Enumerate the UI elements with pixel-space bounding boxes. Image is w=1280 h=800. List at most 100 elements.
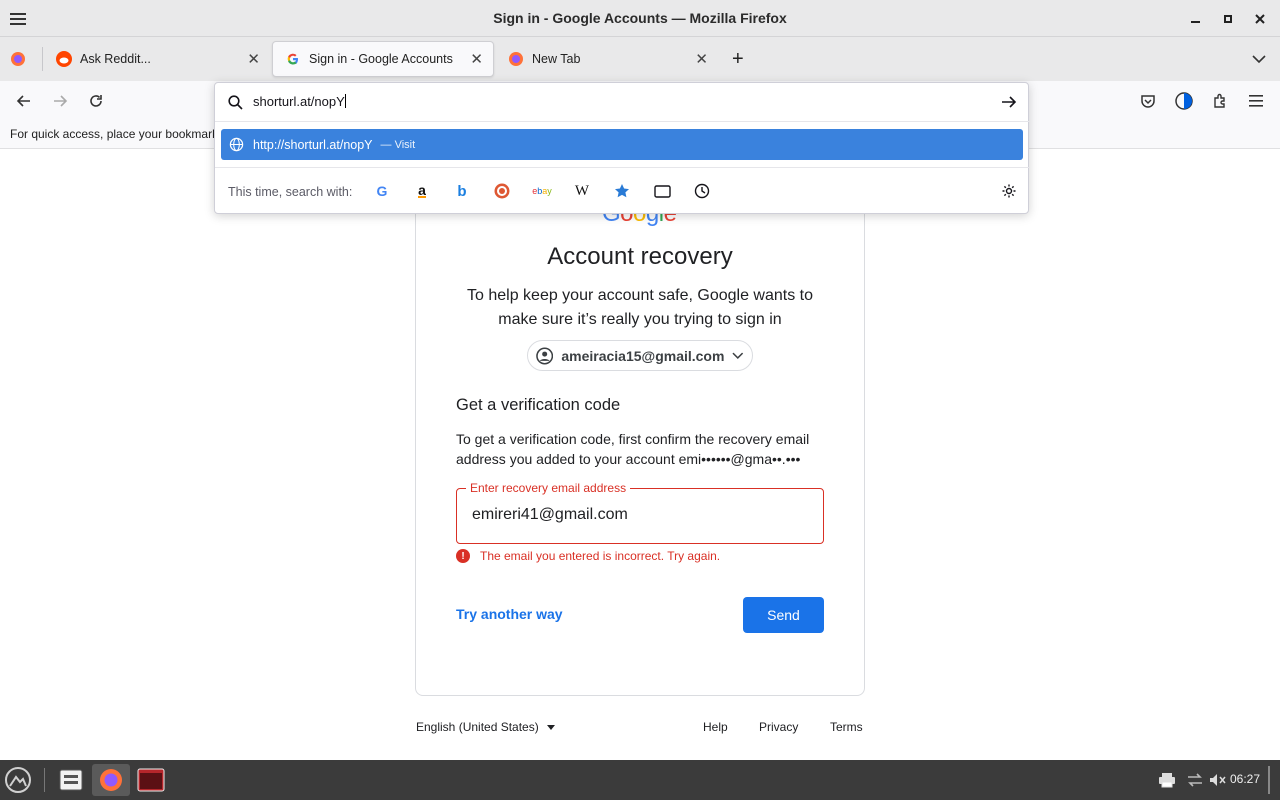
tab-label: Ask Reddit... [80, 52, 151, 66]
urlbar-popup: shorturl.at/nopY http://shorturl.at/nopY… [214, 82, 1030, 214]
network-icon[interactable] [1184, 764, 1206, 796]
arrow-right-icon [1002, 96, 1017, 108]
language-selector[interactable]: English (United States) [416, 720, 555, 734]
reload-button[interactable] [84, 89, 108, 113]
search-settings-button[interactable] [999, 181, 1019, 201]
file-manager-button[interactable] [54, 764, 88, 796]
account-circle-icon [536, 347, 554, 364]
file-manager-icon [59, 769, 83, 791]
wikipedia-icon: W [574, 182, 590, 199]
url-input[interactable]: shorturl.at/nopY [253, 94, 346, 109]
tabs-search-button[interactable] [652, 181, 672, 201]
help-link[interactable]: Help [703, 720, 728, 734]
tab-google-sign-in[interactable]: Sign in - Google Accounts ✕ [272, 41, 494, 77]
google-icon [285, 51, 301, 67]
tab-new-tab[interactable]: New Tab ✕ [496, 41, 718, 77]
history-search-button[interactable] [692, 181, 712, 201]
page-title: Account recovery [547, 243, 733, 270]
firefox-taskbar-button[interactable] [92, 764, 130, 796]
ebay-icon: ebay [532, 186, 552, 196]
star-icon [615, 184, 629, 198]
show-desktop-button[interactable] [1268, 766, 1270, 794]
google-search-engine-button[interactable]: G [372, 181, 392, 201]
close-tab-icon[interactable]: ✕ [247, 50, 260, 68]
account-email: ameiracia15@gmail.com [561, 347, 725, 364]
bookmarks-search-button[interactable] [612, 181, 632, 201]
reload-icon [90, 95, 102, 107]
bing-icon: b [457, 182, 467, 200]
forward-button[interactable] [48, 89, 72, 113]
clock-icon [694, 183, 710, 199]
main-menu-button[interactable] [1244, 89, 1268, 113]
go-button[interactable] [1001, 95, 1017, 114]
taskbar [0, 760, 1280, 800]
bing-search-engine-button[interactable]: b [452, 181, 472, 201]
wikipedia-search-engine-button[interactable]: W [572, 181, 592, 201]
bookmarks-hint: For quick access, place your bookmark [10, 127, 219, 141]
firefox-icon [10, 51, 26, 67]
account-button[interactable] [1172, 89, 1196, 113]
terminal-icon [137, 768, 165, 792]
chevron-down-icon [732, 352, 744, 359]
url-suggestion-row[interactable]: http://shorturl.at/nopY — Visit [221, 129, 1023, 160]
close-tab-icon[interactable]: ✕ [470, 50, 483, 68]
globe-icon [229, 137, 244, 152]
list-all-tabs-button[interactable] [1248, 41, 1272, 77]
search-with-label: This time, search with: [228, 185, 353, 199]
duckduckgo-search-engine-button[interactable] [492, 181, 512, 201]
terms-link[interactable]: Terms [830, 720, 863, 734]
error-message: ! The email you entered is incorrect. Tr… [456, 549, 720, 563]
try-another-way-link[interactable]: Try another way [456, 606, 563, 622]
close-window-icon[interactable] [1250, 9, 1270, 29]
suggestion-url: http://shorturl.at/nopY [253, 137, 373, 152]
search-icon [228, 95, 243, 110]
hamburger-icon [1249, 95, 1263, 107]
tab-label: New Tab [532, 52, 581, 66]
send-button[interactable]: Send [743, 597, 824, 633]
printer-icon[interactable] [1156, 764, 1178, 796]
page-subtitle: To help keep your account safe, Google w… [467, 287, 813, 328]
arrow-right-icon [54, 95, 68, 107]
ebay-search-engine-button[interactable]: ebay [532, 181, 552, 201]
volume-muted-icon[interactable] [1206, 764, 1228, 796]
firefox-icon [508, 51, 524, 67]
privacy-link[interactable]: Privacy [759, 720, 798, 734]
caret-down-icon [546, 724, 555, 730]
amazon-icon: a [418, 182, 426, 198]
extensions-button[interactable] [1208, 89, 1232, 113]
recovery-email-input[interactable]: emireri41@gmail.com [472, 506, 628, 524]
divider [215, 167, 1030, 168]
divider [215, 121, 1030, 122]
clock: 06:27 [1229, 772, 1260, 786]
back-button[interactable] [12, 89, 36, 113]
close-tab-icon[interactable]: ✕ [695, 50, 708, 68]
account-chip[interactable]: ameiracia15@gmail.com [527, 340, 753, 371]
chevron-down-icon [1252, 55, 1266, 64]
duckduckgo-icon [494, 183, 510, 199]
firefox-view-button[interactable] [0, 41, 40, 77]
tab-icon [653, 184, 671, 198]
arrow-left-icon [16, 95, 30, 107]
tab-separator [42, 47, 43, 71]
reddit-icon [56, 51, 72, 67]
error-text: The email you entered is incorrect. Try … [480, 549, 721, 563]
tab-bar: Ask Reddit... ✕ Sign in - Google Account… [0, 37, 1280, 81]
puzzle-icon [1214, 93, 1225, 108]
tab-label: Sign in - Google Accounts [309, 52, 453, 66]
tab-ask-reddit[interactable]: Ask Reddit... ✕ [44, 41, 270, 77]
terminal-button[interactable] [134, 764, 168, 796]
suggestion-action: — Visit [380, 138, 416, 151]
section-text: To get a verification code, first confir… [456, 431, 810, 467]
pocket-button[interactable] [1136, 89, 1160, 113]
language-label: English (United States) [416, 720, 539, 734]
recovery-email-label: Enter recovery email address [466, 481, 631, 495]
text-caret [344, 94, 346, 108]
window-title: Sign in - Google Accounts — Mozilla Fire… [493, 10, 787, 26]
pocket-icon [1141, 95, 1155, 108]
minimize-icon[interactable] [1186, 9, 1206, 29]
maximize-icon[interactable] [1218, 9, 1238, 29]
amazon-search-engine-button[interactable]: a [412, 181, 432, 201]
new-tab-button[interactable]: + [726, 41, 754, 77]
start-menu-button[interactable] [2, 764, 34, 796]
system-logo-icon [5, 767, 31, 793]
